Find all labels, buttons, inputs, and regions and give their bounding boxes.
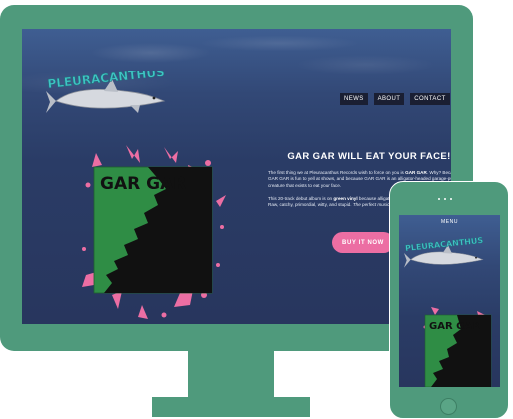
hero-p2-bold: green vinyl bbox=[333, 196, 358, 201]
mobile-site-logo[interactable]: PLEURACANTHUS bbox=[404, 237, 496, 277]
nav-item-about[interactable]: ABOUT bbox=[373, 93, 405, 105]
hero-p1-bold: GAR GAR bbox=[405, 170, 427, 175]
nav-item-news[interactable]: NEWS bbox=[340, 93, 368, 105]
site-logo[interactable]: PLEURACANTHUS bbox=[46, 71, 184, 123]
buy-it-now-button[interactable]: BUY IT NOW bbox=[332, 232, 394, 253]
hero-heading: GAR GAR WILL EAT YOUR FACE! bbox=[287, 151, 451, 162]
mobile-album-cover-title: GAR GAR bbox=[429, 321, 480, 332]
mobile-album-cover[interactable]: GAR GAR bbox=[421, 307, 495, 387]
nav-item-contact[interactable]: CONTACT bbox=[410, 93, 450, 105]
desktop-screen: PLEURACANTHUS NEWS ABOUT CONTACT GAR GAR… bbox=[22, 29, 451, 324]
monitor-stand-neck bbox=[188, 351, 274, 397]
album-cover-title: GAR GAR bbox=[100, 174, 186, 194]
hero-p1-text-a: The first thing we at Pleuracanthus Reco… bbox=[268, 170, 406, 175]
mobile-phone: MENU PLEURACANTHUS GAR GAR bbox=[389, 181, 509, 419]
album-cover[interactable]: GAR GAR bbox=[78, 145, 228, 321]
mobile-menu-button[interactable]: MENU bbox=[399, 219, 500, 225]
phone-home-button[interactable] bbox=[440, 398, 457, 415]
top-nav: NEWS ABOUT CONTACT bbox=[340, 93, 450, 105]
hero-p1-text-b: . Why? bbox=[426, 170, 442, 175]
monitor-stand-base bbox=[152, 397, 310, 417]
hero-p2-text-a: This 20-track debut album is on bbox=[268, 196, 334, 201]
phone-speaker-icon bbox=[438, 198, 452, 200]
mobile-logo-wordmark: PLEURACANTHUS bbox=[405, 237, 484, 253]
phone-screen: MENU PLEURACANTHUS GAR GAR bbox=[399, 215, 500, 387]
